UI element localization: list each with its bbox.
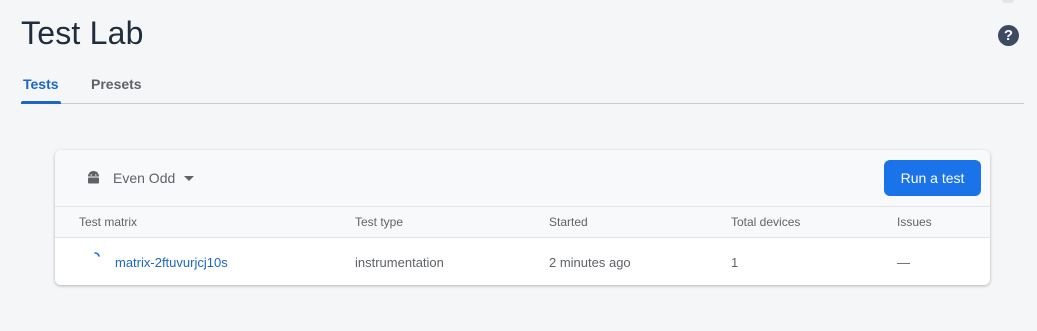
- test-lab-page: Test Lab ? Tests Presets Even Odd Run a: [0, 0, 1037, 331]
- android-icon: [88, 171, 99, 184]
- spinner-icon: [94, 252, 100, 257]
- window-corner-handle: [1002, 0, 1014, 3]
- started-cell: 2 minutes ago: [549, 255, 631, 270]
- column-header-test-type: Test type: [355, 215, 404, 229]
- matrix-link[interactable]: matrix-2ftuvurjcj10s: [115, 255, 228, 270]
- tab-tests[interactable]: Tests: [23, 76, 59, 92]
- chevron-down-icon: [184, 175, 195, 181]
- tab-bar: Tests Presets: [21, 66, 1024, 104]
- app-selector[interactable]: Even Odd: [86, 170, 195, 186]
- column-header-total-devices: Total devices: [731, 215, 801, 229]
- card-header: Even Odd Run a test: [55, 150, 990, 207]
- help-icon[interactable]: ?: [998, 25, 1019, 46]
- help-glyph: ?: [1003, 27, 1014, 44]
- page-title: Test Lab: [21, 15, 144, 51]
- column-header-test-matrix: Test matrix: [79, 215, 138, 229]
- test-type-cell: instrumentation: [355, 255, 444, 270]
- active-tab-indicator: [21, 101, 61, 104]
- test-matrices-card: Even Odd Run a test Test matrix Test typ…: [55, 150, 990, 285]
- run-a-test-button[interactable]: Run a test: [884, 160, 981, 196]
- issues-cell: —: [897, 255, 910, 270]
- table-header: Test matrix Test type Started Total devi…: [55, 207, 990, 238]
- table-row[interactable]: matrix-2ftuvurjcj10s instrumentation 2 m…: [55, 238, 990, 285]
- column-header-issues: Issues: [897, 215, 932, 229]
- tab-presets[interactable]: Presets: [91, 76, 142, 92]
- total-devices-cell: 1: [731, 255, 739, 270]
- column-header-started: Started: [549, 215, 588, 229]
- app-name: Even Odd: [113, 170, 176, 186]
